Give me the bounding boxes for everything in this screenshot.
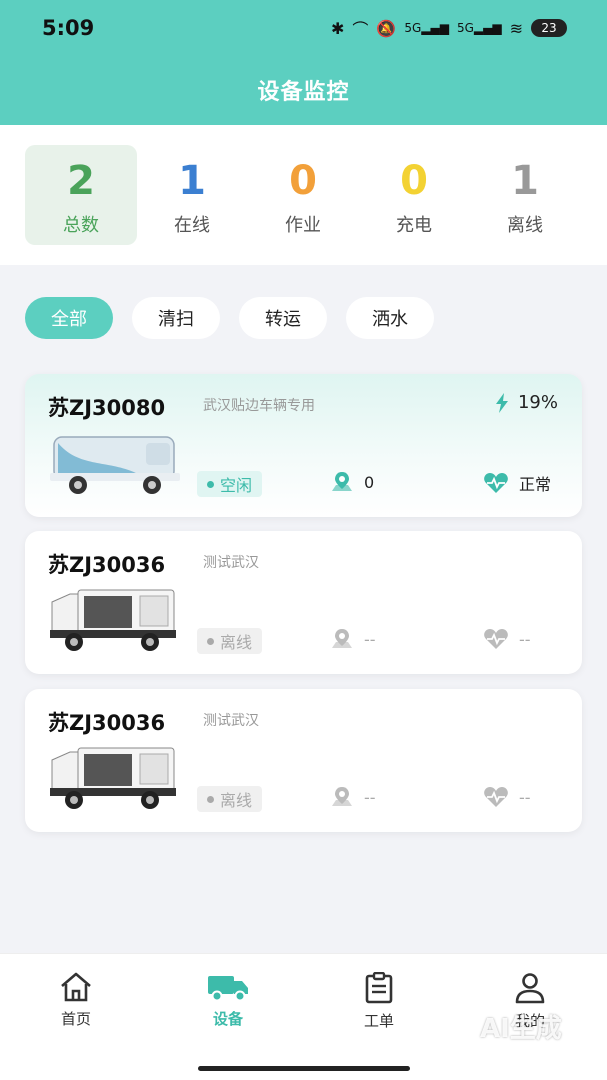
stat-online-value: 1	[178, 158, 206, 204]
battery-icon: 23	[531, 19, 567, 37]
clipboard-icon	[365, 972, 393, 1004]
transfer-truck-image	[50, 747, 176, 809]
status-text: 离线	[220, 791, 253, 810]
device-card[interactable]: 苏ZJ30036 测试武汉 离线 -- --	[25, 689, 582, 832]
wifi-icon: ≋	[509, 18, 523, 38]
device-plate: 苏ZJ30036	[48, 711, 166, 735]
stat-online[interactable]: 1 在线	[136, 145, 248, 245]
stat-working-value: 0	[289, 158, 317, 204]
device-plate: 苏ZJ30036	[48, 553, 166, 577]
health-text: --	[519, 629, 531, 649]
mute-icon: 🔕	[376, 18, 397, 38]
lightning-icon	[495, 392, 508, 413]
user-icon	[515, 973, 545, 1004]
stat-total-value: 2	[67, 158, 95, 204]
stat-offline[interactable]: 1 离线	[469, 145, 581, 245]
battery-level: 19%	[517, 392, 558, 413]
task-count-value: 0	[364, 472, 375, 492]
earbuds-icon: ⌒	[352, 20, 369, 39]
stat-online-label: 在线	[174, 215, 210, 236]
status-dot	[207, 480, 214, 488]
health-status: 正常	[483, 471, 551, 495]
stat-total-label: 总数	[63, 215, 99, 236]
map-pin-icon	[332, 629, 352, 648]
heart-pulse-icon	[484, 629, 508, 649]
nav-home[interactable]: 首页	[26, 972, 126, 1029]
status-dot	[207, 795, 214, 803]
app-header: 5:09 ✱ ⌒ 🔕 5G▂▄▆ 5G▂▄▆ ≋ 23 设备监控	[0, 0, 607, 125]
status-badge: 离线	[197, 628, 263, 654]
status-badge: 空闲	[197, 471, 263, 497]
stat-offline-value: 1	[511, 158, 539, 204]
task-count: 0	[330, 471, 374, 493]
health-status: --	[483, 786, 531, 808]
nav-home-label: 首页	[60, 1010, 91, 1028]
task-count: --	[330, 628, 376, 650]
nav-work-orders[interactable]: 工单	[329, 972, 429, 1031]
status-bar: 5:09 ✱ ⌒ 🔕 5G▂▄▆ 5G▂▄▆ ≋ 23	[0, 0, 607, 56]
nav-devices-label: 设备	[212, 1010, 243, 1028]
device-desc: 武汉贴边车辆专用	[203, 398, 315, 414]
task-count: --	[330, 786, 376, 808]
status-time: 5:09	[42, 16, 95, 40]
stat-charging[interactable]: 0 充电	[358, 145, 470, 245]
device-desc: 测试武汉	[203, 713, 259, 729]
home-icon	[61, 972, 91, 1002]
health-status: --	[483, 628, 531, 650]
home-indicator[interactable]	[198, 1066, 410, 1071]
device-card[interactable]: 苏ZJ30080 武汉贴边车辆专用 19% 空闲 0 正常	[25, 374, 582, 517]
filter-sweeping[interactable]: 清扫	[132, 297, 220, 339]
stat-working-label: 作业	[285, 215, 321, 236]
status-text: 空闲	[220, 476, 253, 495]
device-desc: 测试武汉	[203, 555, 259, 571]
status-badge: 离线	[197, 786, 263, 812]
device-battery: 19%	[494, 392, 558, 413]
status-text: 离线	[220, 633, 253, 652]
signal-icon-2: 5G▂▄▆	[456, 21, 502, 35]
signal-icon: 5G▂▄▆	[404, 21, 449, 35]
device-card[interactable]: 苏ZJ30036 测试武汉 离线 -- --	[25, 531, 582, 674]
status-icons: ✱ ⌒ 🔕 5G▂▄▆ 5G▂▄▆ ≋ 23	[331, 16, 567, 40]
sweeper-truck-image	[50, 436, 180, 494]
filter-all[interactable]: 全部	[25, 297, 113, 339]
stat-working[interactable]: 0 作业	[247, 145, 359, 245]
filter-sprinkling[interactable]: 洒水	[346, 297, 434, 339]
stat-offline-label: 离线	[507, 215, 543, 236]
page-title: 设备监控	[257, 80, 350, 105]
filter-chips: 全部 清扫 转运 洒水	[25, 297, 434, 339]
map-pin-icon	[332, 787, 352, 806]
heart-pulse-icon	[484, 787, 508, 807]
map-pin-icon	[332, 472, 352, 491]
nav-work-orders-label: 工单	[363, 1012, 394, 1030]
truck-icon	[208, 976, 248, 1002]
stats-panel: 2 总数 1 在线 0 作业 0 充电 1 离线	[0, 125, 607, 265]
stat-charging-value: 0	[400, 158, 428, 204]
device-plate: 苏ZJ30080	[48, 396, 166, 420]
status-dot	[207, 637, 214, 645]
task-count-value: --	[364, 629, 376, 649]
nav-devices[interactable]: 设备	[178, 972, 278, 1029]
bluetooth-icon: ✱	[331, 18, 345, 38]
stat-charging-label: 充电	[396, 215, 432, 236]
health-text: 正常	[519, 475, 552, 494]
transfer-truck-image	[50, 589, 176, 651]
stat-total[interactable]: 2 总数	[25, 145, 137, 245]
health-text: --	[519, 787, 531, 807]
ai-watermark: AI生成	[480, 1014, 562, 1044]
task-count-value: --	[364, 787, 376, 807]
heart-pulse-icon	[484, 473, 508, 493]
filter-transfer[interactable]: 转运	[239, 297, 327, 339]
